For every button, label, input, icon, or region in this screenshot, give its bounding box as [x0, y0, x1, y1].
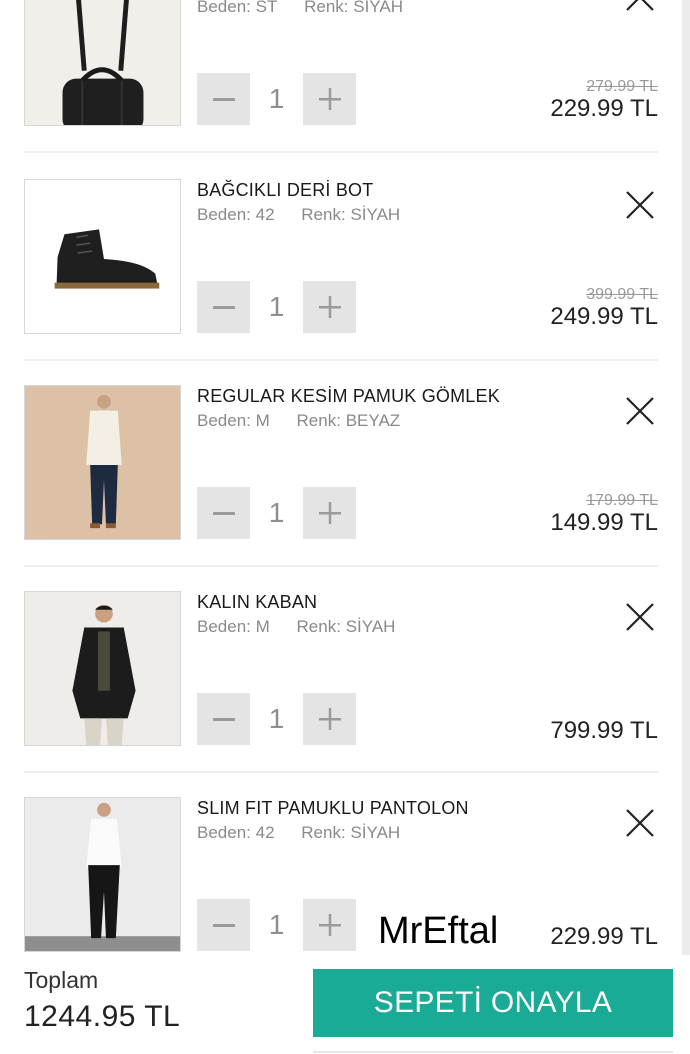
sale-price: 249.99 TL: [550, 303, 658, 330]
decrease-quantity-button[interactable]: [197, 281, 250, 333]
quantity-stepper: 1: [197, 899, 357, 951]
watermark-text: MrEftal: [378, 910, 499, 952]
size-label: Beden:: [197, 0, 251, 16]
decrease-quantity-button[interactable]: [197, 73, 250, 125]
remove-item-button[interactable]: [624, 189, 656, 221]
size-label: Beden:: [197, 205, 251, 224]
total-label: Toplam: [24, 967, 99, 993]
color-label: Renk:: [301, 205, 346, 224]
product-title[interactable]: SLIM FIT PAMUKLU PANTOLON: [197, 798, 469, 819]
remove-item-button[interactable]: [624, 601, 656, 633]
color-label: Renk:: [304, 0, 349, 16]
product-title[interactable]: BAĞCIKLI DERİ BOT: [197, 180, 373, 201]
original-price: 179.99 TL: [586, 492, 658, 509]
close-icon: [626, 809, 654, 837]
color-value: SİYAH: [345, 617, 396, 636]
product-title[interactable]: REGULAR KESİM PAMUK GÖMLEK: [197, 386, 500, 407]
plus-icon: [318, 502, 341, 524]
size-value: 42: [255, 205, 275, 224]
cart-footer: Toplam 1244.95 TL SEPETİ ONAYLA: [0, 955, 690, 1054]
remove-item-button[interactable]: [624, 807, 656, 839]
minus-icon: [212, 306, 235, 309]
product-image-man-trousers[interactable]: [24, 797, 181, 952]
sale-price: 229.99 TL: [550, 95, 658, 122]
size-label: Beden:: [197, 411, 251, 430]
product-title[interactable]: KALIN KABAN: [197, 592, 317, 613]
close-icon: [626, 191, 654, 219]
cart-item: KALIN KABAN Beden: M Renk: SİYAH 1 799.9…: [24, 567, 658, 773]
remove-item-button[interactable]: [624, 395, 656, 427]
color-value: SİYAH: [350, 205, 401, 224]
plus-icon: [318, 88, 341, 110]
product-variant: Beden: 42 Renk: SİYAH: [197, 205, 400, 225]
decrease-quantity-button[interactable]: [197, 487, 250, 539]
color-value: SİYAH: [350, 823, 401, 842]
remove-item-button[interactable]: [624, 0, 656, 13]
quantity-value: 1: [268, 83, 285, 114]
cart-item: Beden: ST Renk: SIYAH 1 279.99 TL 229.99…: [24, 0, 658, 153]
confirm-cart-button[interactable]: SEPETİ ONAYLA: [313, 969, 673, 1037]
minus-icon: [212, 512, 235, 515]
increase-quantity-button[interactable]: [303, 693, 356, 745]
product-variant: Beden: M Renk: BEYAZ: [197, 411, 400, 431]
increase-quantity-button[interactable]: [303, 487, 356, 539]
size-value: M: [255, 617, 270, 636]
divider: [313, 1051, 673, 1053]
close-icon: [626, 0, 654, 11]
product-variant: Beden: M Renk: SİYAH: [197, 617, 395, 637]
quantity-stepper: 1: [197, 693, 357, 745]
price: 229.99 TL: [550, 923, 658, 950]
size-value: M: [255, 411, 270, 430]
plus-icon: [318, 914, 341, 936]
plus-icon: [318, 708, 341, 730]
decrease-quantity-button[interactable]: [197, 693, 250, 745]
quantity-stepper: 1: [197, 487, 357, 539]
close-icon: [626, 603, 654, 631]
color-label: Renk:: [296, 617, 341, 636]
size-value: 42: [255, 823, 275, 842]
product-image-duffel-bag[interactable]: [24, 0, 181, 126]
sale-price: 149.99 TL: [550, 509, 658, 536]
size-label: Beden:: [197, 823, 251, 842]
increase-quantity-button[interactable]: [303, 73, 356, 125]
total-value: 1244.95 TL: [24, 1000, 181, 1033]
quantity-value: 1: [268, 291, 285, 322]
size-label: Beden:: [197, 617, 251, 636]
color-label: Renk:: [296, 411, 341, 430]
original-price: 279.99 TL: [586, 78, 658, 95]
quantity-stepper: 1: [197, 73, 357, 125]
minus-icon: [212, 924, 235, 927]
color-label: Renk:: [301, 823, 346, 842]
product-image-man-white-shirt[interactable]: [24, 385, 181, 540]
quantity-stepper: 1: [197, 281, 357, 333]
size-value: ST: [255, 0, 278, 16]
close-icon: [626, 397, 654, 425]
cart-item: REGULAR KESİM PAMUK GÖMLEK Beden: M Renk…: [24, 361, 658, 567]
price: 799.99 TL: [550, 717, 658, 744]
minus-icon: [212, 718, 235, 721]
increase-quantity-button[interactable]: [303, 281, 356, 333]
product-image-leather-boot[interactable]: [24, 179, 181, 334]
increase-quantity-button[interactable]: [303, 899, 356, 951]
quantity-value: 1: [268, 909, 285, 940]
minus-icon: [212, 98, 235, 101]
cart-item: SLIM FIT PAMUKLU PANTOLON Beden: 42 Renk…: [24, 773, 658, 955]
cart-item: BAĞCIKLI DERİ BOT Beden: 42 Renk: SİYAH …: [24, 155, 658, 361]
product-image-man-black-coat[interactable]: [24, 591, 181, 746]
quantity-value: 1: [268, 703, 285, 734]
quantity-value: 1: [268, 497, 285, 528]
color-value: SIYAH: [353, 0, 404, 16]
original-price: 399.99 TL: [586, 286, 658, 303]
decrease-quantity-button[interactable]: [197, 899, 250, 951]
plus-icon: [318, 296, 341, 318]
color-value: BEYAZ: [345, 411, 401, 430]
cart-list: Beden: ST Renk: SIYAH 1 279.99 TL 229.99…: [0, 0, 690, 955]
product-variant: Beden: ST Renk: SIYAH: [197, 0, 403, 17]
product-variant: Beden: 42 Renk: SİYAH: [197, 823, 400, 843]
